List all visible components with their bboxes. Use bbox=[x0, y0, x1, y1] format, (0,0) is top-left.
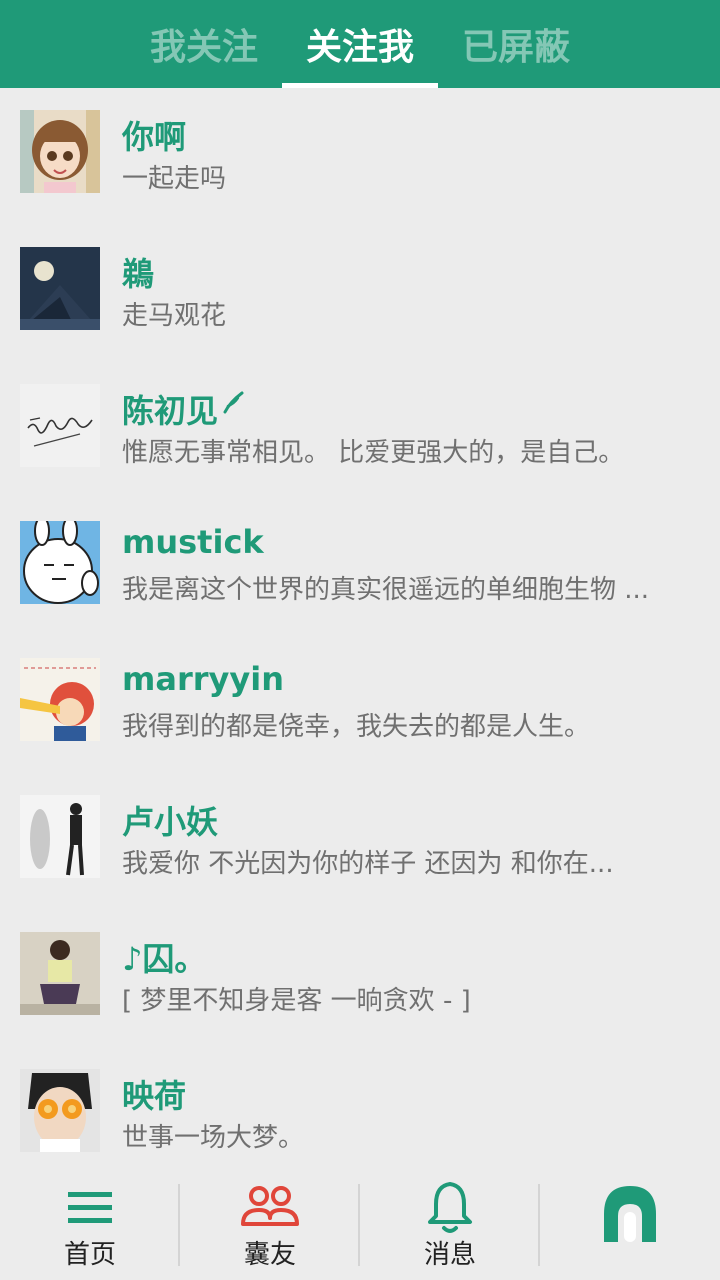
tab-bar: 我关注 关注我 已屏蔽 bbox=[0, 0, 720, 88]
list-item[interactable]: mustick 我是离这个世界的真实很遥远的单细胞生物 ... bbox=[0, 499, 720, 636]
nav-friends[interactable]: 囊友 bbox=[180, 1168, 360, 1280]
menu-icon bbox=[68, 1192, 112, 1223]
user-name[interactable]: marryyin bbox=[122, 660, 284, 698]
nav-profile[interactable] bbox=[540, 1168, 720, 1280]
user-signature: 走马观花 bbox=[122, 301, 227, 331]
profile-icon bbox=[604, 1186, 656, 1242]
user-name[interactable]: 你啊 bbox=[122, 112, 186, 158]
cartoon-boy-avatar[interactable] bbox=[20, 658, 100, 741]
tab-followers[interactable]: 关注我 bbox=[282, 0, 438, 88]
night-moon-avatar[interactable] bbox=[20, 247, 100, 330]
person-sitting-avatar[interactable] bbox=[20, 932, 100, 1015]
silhouette-avatar[interactable] bbox=[20, 795, 100, 878]
user-signature: 我是离这个世界的真实很遥远的单细胞生物 ... bbox=[122, 575, 650, 605]
bell-icon bbox=[428, 1182, 472, 1233]
nav-home[interactable]: 首页 bbox=[0, 1168, 180, 1280]
rabbit-avatar[interactable] bbox=[20, 521, 100, 604]
list-item[interactable]: 鵜 走马观花 bbox=[0, 225, 720, 362]
user-name[interactable]: 卢小妖 bbox=[122, 797, 218, 843]
friends-icon bbox=[241, 1186, 299, 1226]
top-bar: 我关注 关注我 已屏蔽 bbox=[0, 0, 720, 88]
user-signature: 惟愿无事常相见。 比爱更强大的，是自己。 bbox=[122, 438, 625, 468]
orange-eyes-avatar[interactable] bbox=[20, 1069, 100, 1152]
user-signature: [ 梦里不知身是客 一晌贪欢 - ] bbox=[122, 986, 471, 1016]
list-item[interactable]: marryyin 我得到的都是侥幸，我失去的都是人生。 bbox=[0, 636, 720, 773]
nav-friends-label: 囊友 bbox=[243, 1240, 296, 1270]
user-signature: 世事一场大梦。 bbox=[122, 1123, 305, 1153]
follower-list[interactable]: 你啊 一起走吗 鵜 走马观花 陈初见 惟愿无事常相见。 比爱更强大的，是自己。 … bbox=[0, 88, 720, 1168]
user-name[interactable]: ♪囚。 bbox=[122, 934, 206, 980]
tab-blocked[interactable]: 已屏蔽 bbox=[438, 0, 594, 88]
nav-home-label: 首页 bbox=[63, 1240, 116, 1270]
user-name[interactable]: 鵜 bbox=[122, 249, 154, 295]
tab-following[interactable]: 我关注 bbox=[126, 0, 282, 88]
user-name[interactable]: 映荷 bbox=[122, 1071, 186, 1117]
list-item[interactable]: 卢小妖 我爱你 不光因为你的样子 还因为 和你在... bbox=[0, 773, 720, 910]
list-item[interactable]: 陈初见 惟愿无事常相见。 比爱更强大的，是自己。 bbox=[0, 362, 720, 499]
list-item[interactable]: 你啊 一起走吗 bbox=[0, 88, 720, 225]
user-signature: 我得到的都是侥幸，我失去的都是人生。 bbox=[122, 712, 591, 742]
anime-girl-avatar[interactable] bbox=[20, 110, 100, 193]
bottom-nav: 首页 囊友 消息 bbox=[0, 1168, 720, 1280]
nav-messages-label: 消息 bbox=[423, 1240, 476, 1270]
list-item[interactable]: 映荷 世事一场大梦。 bbox=[0, 1047, 720, 1168]
user-signature: 一起走吗 bbox=[122, 164, 227, 194]
nav-messages[interactable]: 消息 bbox=[360, 1168, 540, 1280]
list-item[interactable]: ♪囚。 [ 梦里不知身是客 一晌贪欢 - ] bbox=[0, 910, 720, 1047]
user-signature: 我爱你 不光因为你的样子 还因为 和你在... bbox=[122, 849, 614, 879]
verified-icon bbox=[223, 391, 244, 414]
user-name[interactable]: mustick bbox=[122, 523, 264, 561]
user-name[interactable]: 陈初见 bbox=[122, 386, 218, 432]
calligraphy-avatar[interactable] bbox=[20, 384, 100, 467]
